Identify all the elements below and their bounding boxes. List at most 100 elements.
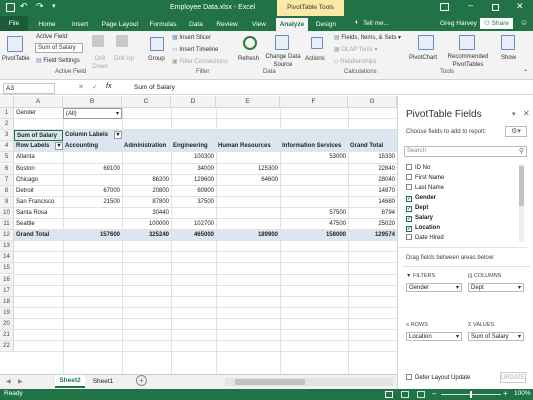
scroll-right-icon[interactable]: ▶ (18, 378, 23, 385)
active-field-input[interactable]: Sum of Salary (35, 43, 83, 53)
zoom-in-icon[interactable]: + (503, 389, 508, 398)
field-settings-button[interactable]: ▤ Field Settings (36, 57, 80, 64)
rows-area-item-location[interactable]: Location ▾ (406, 332, 462, 341)
zoom-slider-thumb[interactable] (470, 391, 472, 398)
pivot-row-label[interactable]: Chicago (14, 175, 63, 186)
grand-total-cell[interactable]: 157600 (63, 230, 122, 242)
row-header[interactable]: 8 (0, 185, 14, 197)
row-header[interactable]: 7 (0, 174, 14, 186)
row-header[interactable]: 6 (0, 163, 14, 175)
scroll-left-icon[interactable]: ◀ (6, 378, 11, 385)
field-checkbox[interactable] (406, 174, 412, 180)
smiley-icon[interactable]: ☺ (520, 18, 528, 27)
pivot-value-cell[interactable]: 30440 (122, 208, 171, 219)
undo-icon[interactable]: ↶ (20, 1, 28, 12)
pivot-column-header[interactable]: Accounting (63, 141, 122, 153)
refresh-button[interactable]: Refresh (238, 56, 259, 62)
column-header[interactable]: C (122, 96, 171, 108)
row-header[interactable]: 4 (0, 141, 14, 153)
pivottable-button[interactable]: PivotTable (2, 56, 30, 62)
pivot-column-header[interactable]: Grand Total (348, 141, 397, 153)
tab-formulas[interactable]: Formulas (146, 18, 180, 31)
collapse-ribbon-icon[interactable]: ⌃ (523, 69, 528, 76)
pivot-value-cell[interactable] (280, 164, 348, 175)
zoom-out-icon[interactable]: – (432, 389, 436, 398)
pivot-row-label[interactable]: Santa Rosa (14, 208, 63, 219)
field-item[interactable]: ✓ Location (406, 223, 440, 233)
row-header[interactable]: 5 (0, 152, 14, 164)
pivot-value-cell[interactable]: 67000 (63, 186, 122, 197)
pivot-value-cell[interactable]: 100000 (122, 219, 171, 230)
field-item[interactable]: First Name (406, 173, 444, 183)
actions-icon[interactable] (311, 37, 323, 49)
filter-dropdown-icon[interactable]: ▾ (116, 109, 119, 118)
pivot-value-cell[interactable]: 14870 (348, 186, 397, 197)
save-icon[interactable] (6, 3, 15, 12)
enter-formula-icon[interactable]: ✓ (92, 83, 98, 91)
grand-total-cell[interactable]: 189900 (216, 230, 280, 242)
field-item[interactable]: ✓ Gender (406, 193, 436, 203)
pivot-value-cell[interactable] (216, 208, 280, 219)
values-label-cell[interactable]: Sum of Salary (14, 130, 63, 142)
tell-me-box[interactable]: Tell me... (363, 20, 389, 27)
pivot-value-cell[interactable] (63, 208, 122, 219)
filter-connections-button[interactable]: ▣ Filter Connections (172, 58, 228, 65)
pivot-value-cell[interactable]: 125300 (216, 164, 280, 175)
insert-slicer-button[interactable]: ▦ Insert Slicer (172, 34, 211, 41)
field-checkbox[interactable]: ✓ (406, 196, 412, 202)
pane-close-icon[interactable]: ✕ (523, 109, 530, 118)
grand-total-cell[interactable]: 325240 (122, 230, 171, 242)
pivot-value-cell[interactable] (63, 175, 122, 186)
pivot-value-cell[interactable] (122, 152, 171, 163)
column-header[interactable]: B (63, 96, 122, 108)
row-header[interactable]: 12 (0, 230, 14, 242)
report-filter-dropdown[interactable]: (All) ▾ (63, 108, 122, 119)
group-icon[interactable] (150, 37, 164, 51)
customize-qat-icon[interactable]: ▾ (52, 2, 56, 10)
pivottable-icon[interactable] (7, 36, 23, 52)
row-header[interactable]: 22 (0, 341, 14, 353)
pivotchart-icon[interactable] (418, 35, 434, 50)
pivot-value-cell[interactable]: 15330 (348, 152, 397, 163)
pivot-value-cell[interactable] (280, 186, 348, 197)
tab-data[interactable]: Data (184, 18, 208, 31)
pivot-value-cell[interactable] (122, 164, 171, 175)
row-header[interactable]: 17 (0, 285, 14, 297)
pivot-value-cell[interactable]: 60900 (171, 186, 216, 197)
pivot-value-cell[interactable]: 69100 (63, 164, 122, 175)
grand-total-label[interactable]: Grand Total (14, 230, 63, 242)
pivot-value-cell[interactable]: 21500 (63, 197, 122, 208)
field-item[interactable]: ✓ Salary (406, 213, 433, 223)
row-header[interactable]: 1 (0, 108, 14, 119)
row-header[interactable]: 20 (0, 318, 14, 330)
close-icon[interactable]: ✕ (516, 1, 524, 12)
field-checkbox[interactable] (406, 164, 412, 170)
column-labels-dropdown[interactable]: Column Labels ▾ (63, 130, 122, 142)
row-header[interactable]: 2 (0, 119, 14, 131)
pivot-row-label[interactable]: San Francisco (14, 197, 63, 208)
pivot-value-cell[interactable] (171, 208, 216, 219)
olap-tools-button[interactable]: ▦ OLAP Tools ▾ (334, 46, 378, 53)
change-data-source-button[interactable]: Change Data Source (262, 53, 304, 69)
pivot-column-header[interactable]: Engineering (171, 141, 216, 153)
pivot-row-label[interactable]: Atlanta (14, 152, 63, 163)
pivot-value-cell[interactable]: 64600 (216, 175, 280, 186)
column-header[interactable]: G (348, 96, 397, 108)
pivot-value-cell[interactable]: 28040 (348, 175, 397, 186)
drill-up-button[interactable]: Drill Up (112, 55, 136, 63)
recommended-pivottables-button[interactable]: Recommended PivotTables (442, 53, 494, 69)
pivot-value-cell[interactable]: 47500 (280, 219, 348, 230)
normal-view-icon[interactable] (385, 391, 393, 398)
row-labels-dropdown[interactable]: Row Labels ▾ (14, 141, 63, 153)
field-item[interactable]: Last Name (406, 183, 444, 193)
tab-view[interactable]: View (246, 18, 272, 31)
pane-options-dropdown-icon[interactable]: ▾ (512, 110, 516, 118)
pivot-value-cell[interactable] (216, 152, 280, 163)
pivot-value-cell[interactable]: 87800 (122, 197, 171, 208)
actions-button[interactable]: Actions (305, 56, 325, 62)
pivot-value-cell[interactable]: 8794 (348, 208, 397, 219)
sheet-tab-sheet2[interactable]: Sheet2 (55, 375, 85, 388)
tools-gear-button[interactable]: ⚙▾ (505, 126, 527, 137)
tab-insert[interactable]: Insert (66, 18, 94, 31)
pivot-value-cell[interactable]: 25020 (348, 219, 397, 230)
